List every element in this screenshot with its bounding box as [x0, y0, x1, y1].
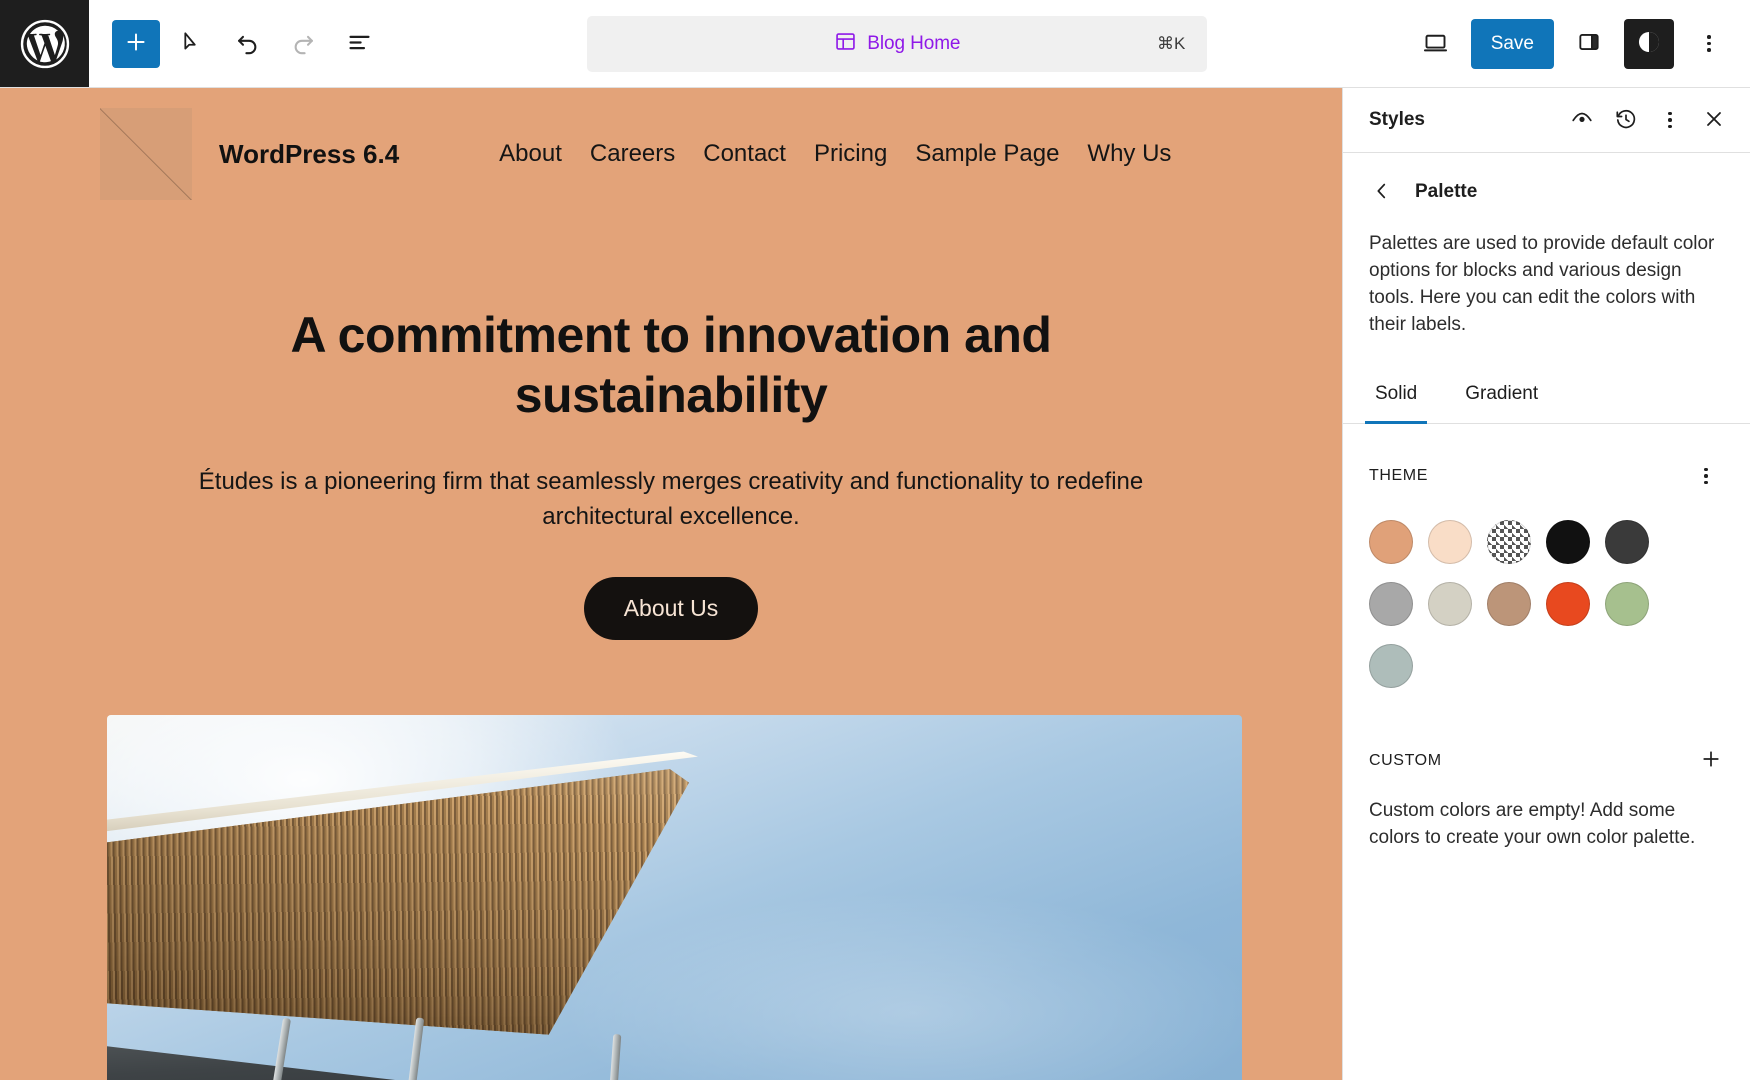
- desktop-icon: [1422, 29, 1449, 59]
- nav-item-contact[interactable]: Contact: [703, 140, 786, 168]
- site-frame: WordPress 6.4 About Careers Contact Pric…: [0, 88, 1342, 1080]
- styles-sidebar: Styles Palette Palettes are used to prov…: [1342, 88, 1750, 1080]
- palette-nav-row: Palette: [1343, 153, 1750, 217]
- tab-solid[interactable]: Solid: [1365, 373, 1428, 424]
- styles-more-button[interactable]: [1648, 98, 1692, 142]
- palette-description: Palettes are used to provide default col…: [1369, 233, 1715, 335]
- site-preview-canvas[interactable]: WordPress 6.4 About Careers Contact Pric…: [0, 88, 1342, 1080]
- site-editor-app: Blog Home ⌘K Save WordPress 6.4 About Ca…: [0, 0, 1750, 1080]
- nav-item-careers[interactable]: Careers: [590, 140, 675, 168]
- redo-icon: [290, 29, 317, 59]
- styles-button[interactable]: [1624, 18, 1674, 69]
- contrast-circle-icon: [1635, 28, 1663, 59]
- swatch-tan[interactable]: [1487, 581, 1531, 626]
- custom-section-header: Custom: [1343, 688, 1750, 778]
- plus-icon: [123, 29, 149, 58]
- clock-revisions-icon: [1614, 107, 1638, 134]
- about-us-button[interactable]: About Us: [583, 576, 759, 640]
- close-x-icon: [1702, 107, 1726, 134]
- swatch-sage-green[interactable]: [1605, 581, 1649, 626]
- wordpress-logo-button[interactable]: [0, 0, 89, 87]
- editor-toolbar: Blog Home ⌘K Save: [0, 0, 1750, 88]
- toolbar-right-group: Save: [1411, 0, 1750, 87]
- swatch-pale-blue-gray[interactable]: [1369, 643, 1413, 688]
- toolbar-center-group: Blog Home ⌘K: [384, 0, 1411, 87]
- toolbar-left-group: [89, 0, 384, 87]
- hero-image[interactable]: [107, 714, 1242, 1080]
- tools-select-button[interactable]: [166, 19, 216, 69]
- swatch-mid-gray[interactable]: [1369, 581, 1413, 626]
- command-bar-shortcut: ⌘K: [1157, 33, 1186, 53]
- theme-section-header: Theme: [1343, 424, 1750, 498]
- eye-icon: [1570, 107, 1594, 134]
- swatch-base[interactable]: [1369, 519, 1413, 564]
- hero-paragraph[interactable]: Études is a pioneering firm that seamles…: [180, 465, 1162, 535]
- template-layout-icon: [834, 30, 857, 58]
- editor-options-button[interactable]: [1684, 19, 1734, 69]
- theme-swatch-grid: [1343, 498, 1703, 688]
- palette-tabs: Solid Gradient: [1343, 373, 1750, 424]
- undo-button[interactable]: [222, 19, 272, 69]
- nav-item-pricing[interactable]: Pricing: [814, 140, 887, 168]
- sidebar-panel-icon: [1576, 29, 1602, 58]
- redo-button[interactable]: [278, 19, 328, 69]
- theme-section-label: Theme: [1369, 466, 1428, 484]
- command-bar[interactable]: Blog Home ⌘K: [587, 15, 1208, 72]
- swatch-dark-gray[interactable]: [1605, 519, 1649, 564]
- site-title[interactable]: WordPress 6.4: [219, 139, 399, 170]
- command-bar-title: Blog Home: [867, 32, 961, 54]
- cursor-tools-icon: [178, 29, 205, 59]
- chevron-left-icon: [1371, 180, 1393, 205]
- add-block-button[interactable]: [112, 19, 160, 68]
- plus-icon: [1699, 747, 1723, 774]
- close-styles-button[interactable]: [1692, 98, 1736, 142]
- styles-sidebar-header: Styles: [1343, 88, 1750, 153]
- ellipsis-vertical-icon: [1704, 467, 1708, 485]
- swatch-orange-accent[interactable]: [1546, 581, 1590, 626]
- editor-body: WordPress 6.4 About Careers Contact Pric…: [0, 88, 1750, 1080]
- swatch-contrast[interactable]: [1428, 519, 1472, 564]
- tab-gradient[interactable]: Gradient: [1455, 373, 1548, 424]
- ellipsis-vertical-icon: [1707, 35, 1711, 52]
- nav-item-why-us[interactable]: Why Us: [1087, 140, 1171, 168]
- wordpress-logo-icon: [19, 18, 71, 70]
- save-button[interactable]: Save: [1470, 18, 1554, 69]
- swatch-black[interactable]: [1546, 519, 1590, 564]
- palette-back-button[interactable]: [1365, 175, 1399, 209]
- command-bar-inner: Blog Home: [587, 30, 1207, 58]
- custom-empty-message: Custom colors are empty! Add some colors…: [1369, 799, 1696, 848]
- nav-item-sample-page[interactable]: Sample Page: [915, 140, 1059, 168]
- theme-options-button[interactable]: [1684, 454, 1728, 498]
- revisions-button[interactable]: [1604, 98, 1648, 142]
- undo-icon: [234, 29, 261, 59]
- device-preview-button[interactable]: [1411, 19, 1461, 69]
- list-view-icon: [346, 29, 373, 59]
- building-post-2: [402, 1017, 425, 1080]
- architecture-photo: [107, 714, 1242, 1080]
- palette-title: Palette: [1415, 181, 1478, 202]
- site-header: WordPress 6.4 About Careers Contact Pric…: [0, 88, 1342, 200]
- styles-panel-title: Styles: [1369, 109, 1425, 130]
- ellipsis-vertical-icon: [1668, 111, 1672, 129]
- sky-cloud: [561, 890, 1242, 1080]
- swatch-light-neutral[interactable]: [1428, 581, 1472, 626]
- list-view-button[interactable]: [334, 19, 384, 69]
- swatch-transparent[interactable]: [1487, 519, 1531, 564]
- add-custom-color-button[interactable]: [1694, 744, 1728, 778]
- site-navigation: About Careers Contact Pricing Sample Pag…: [499, 140, 1171, 168]
- style-book-button[interactable]: [1560, 98, 1604, 142]
- settings-sidebar-button[interactable]: [1564, 19, 1614, 69]
- hero-heading[interactable]: A commitment to innovation and sustainab…: [180, 305, 1162, 425]
- custom-section-label: Custom: [1369, 751, 1442, 769]
- hero-section: A commitment to innovation and sustainab…: [0, 200, 1342, 640]
- site-logo-placeholder-icon[interactable]: [100, 108, 192, 200]
- nav-item-about[interactable]: About: [499, 140, 562, 168]
- hero-button-wrap: About Us: [180, 576, 1162, 640]
